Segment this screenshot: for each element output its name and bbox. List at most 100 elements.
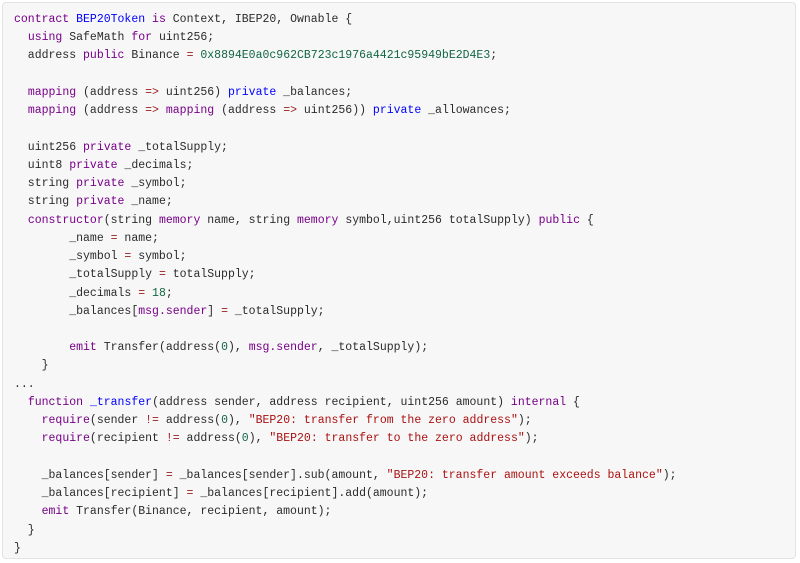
code-line: require(sender != address(0), "BEP20: tr… bbox=[14, 412, 677, 430]
keyword-token: mapping bbox=[165, 104, 215, 118]
operator-token: => bbox=[283, 104, 297, 118]
plain-token: _decimals bbox=[14, 286, 139, 300]
plain-token: name, string bbox=[200, 213, 297, 227]
operator-token: = bbox=[158, 268, 166, 282]
code-line: ​ bbox=[14, 449, 677, 467]
string-token: "BEP20: transfer from the zero address" bbox=[248, 414, 518, 428]
operator-token: = bbox=[221, 304, 228, 318]
code-line: emit Transfer(address(0), msg.sender, _t… bbox=[14, 339, 677, 357]
definition-token: private bbox=[227, 85, 277, 99]
code-line: _symbol = symbol; bbox=[14, 248, 677, 266]
keyword-token: private bbox=[76, 195, 125, 209]
code-line: mapping (address => mapping (address => … bbox=[14, 102, 677, 120]
plain-token: } bbox=[14, 541, 21, 555]
plain-token: (address bbox=[76, 85, 146, 99]
operator-token: => bbox=[145, 85, 159, 99]
plain-token: { bbox=[566, 395, 580, 409]
plain-token: address( bbox=[179, 432, 242, 446]
keyword-token: for bbox=[131, 31, 153, 45]
plain-token: _balances[recipient] bbox=[14, 487, 187, 501]
plain-token: { bbox=[579, 213, 594, 227]
plain-token: ; bbox=[165, 286, 173, 300]
operator-token: = bbox=[165, 468, 173, 482]
code-line: ​ bbox=[14, 66, 677, 84]
plain-token: ... bbox=[14, 377, 35, 391]
operator-token: => bbox=[145, 104, 159, 118]
plain-token: uint256; bbox=[152, 31, 215, 45]
number-token: 0x8894E0a0c962CB723c1976a4421c95949bE2D4… bbox=[200, 49, 491, 63]
keyword-token: mapping bbox=[27, 104, 77, 118]
code-line: } bbox=[14, 357, 677, 375]
code-line: uint256 private _totalSupply; bbox=[14, 139, 677, 157]
plain-token: SafeMath bbox=[62, 31, 132, 45]
number-token: 0 bbox=[241, 432, 249, 446]
plain-token: Binance bbox=[124, 49, 187, 63]
operator-token: != bbox=[165, 432, 180, 446]
plain-token: totalSupply; bbox=[165, 268, 256, 282]
string-token: "BEP20: transfer amount exceeds balance" bbox=[386, 468, 663, 482]
keyword-token: function bbox=[27, 395, 84, 409]
keyword-token: private bbox=[69, 158, 118, 172]
code-line: contract BEP20Token is Context, IBEP20, … bbox=[14, 11, 677, 29]
plain-token: _totalSupply bbox=[14, 268, 159, 282]
plain-token: address( bbox=[158, 414, 222, 428]
definition-token: private bbox=[372, 104, 422, 118]
plain-token: _balances[ bbox=[14, 304, 139, 318]
keyword-token: using bbox=[27, 31, 63, 45]
plain-token: _balances[sender] bbox=[14, 468, 166, 482]
plain-token: _name; bbox=[124, 195, 173, 209]
keyword-token: is bbox=[152, 13, 166, 26]
keyword-token: memory bbox=[158, 213, 201, 227]
code-line: using SafeMath for uint256; bbox=[14, 29, 677, 47]
plain-token: address bbox=[14, 49, 84, 63]
plain-token: uint8 bbox=[14, 158, 70, 172]
code-line: uint8 private _decimals; bbox=[14, 157, 677, 175]
plain-token: (address bbox=[76, 104, 146, 118]
keyword-token: require bbox=[41, 432, 90, 446]
plain-token: _symbol bbox=[14, 250, 125, 264]
string-token: "BEP20: transfer to the zero address" bbox=[269, 432, 525, 446]
plain-token: _allowances; bbox=[421, 104, 511, 118]
plain-token: ); bbox=[517, 414, 532, 428]
number-token: 18 bbox=[152, 286, 166, 300]
code-line: } bbox=[14, 522, 677, 540]
code-line: ​ bbox=[14, 120, 677, 138]
plain-token: uint256 bbox=[14, 140, 84, 154]
code-line: _decimals = 18; bbox=[14, 285, 677, 303]
plain-token: string bbox=[14, 177, 77, 191]
plain-token: symbol; bbox=[131, 250, 187, 264]
code-line: string private _name; bbox=[14, 193, 677, 211]
plain-token: _balances[recipient].add(amount); bbox=[193, 487, 429, 501]
code-line: _balances[sender] = _balances[sender].su… bbox=[14, 467, 677, 485]
plain-token: uint256) bbox=[158, 85, 228, 99]
keyword-token: require bbox=[41, 414, 90, 428]
plain-token: Transfer(Binance, recipient, amount); bbox=[69, 505, 332, 519]
plain-token: ] bbox=[207, 304, 222, 318]
plain-token: string bbox=[14, 195, 77, 209]
plain-token: name; bbox=[117, 231, 159, 245]
plain-token: (address bbox=[214, 104, 284, 118]
keyword-token: emit bbox=[69, 341, 97, 355]
plain-token: _decimals; bbox=[117, 158, 194, 172]
plain-token: Transfer(address( bbox=[96, 341, 222, 355]
plain-token: _balances; bbox=[276, 85, 353, 99]
code-line: require(recipient != address(0), "BEP20:… bbox=[14, 430, 677, 448]
code-line: } bbox=[14, 540, 677, 558]
code-block: contract BEP20Token is Context, IBEP20, … bbox=[2, 2, 796, 559]
keyword-token: private bbox=[76, 177, 125, 191]
number-token: 0 bbox=[221, 414, 228, 428]
code-line: function _transfer(address sender, addre… bbox=[14, 394, 677, 412]
plain-token: ), bbox=[227, 341, 249, 355]
operator-token: != bbox=[145, 414, 159, 428]
plain-token: Context, IBEP20, Ownable { bbox=[165, 13, 353, 26]
code-line: _balances[recipient] = _balances[recipie… bbox=[14, 485, 677, 503]
keyword-token: constructor bbox=[27, 213, 104, 227]
